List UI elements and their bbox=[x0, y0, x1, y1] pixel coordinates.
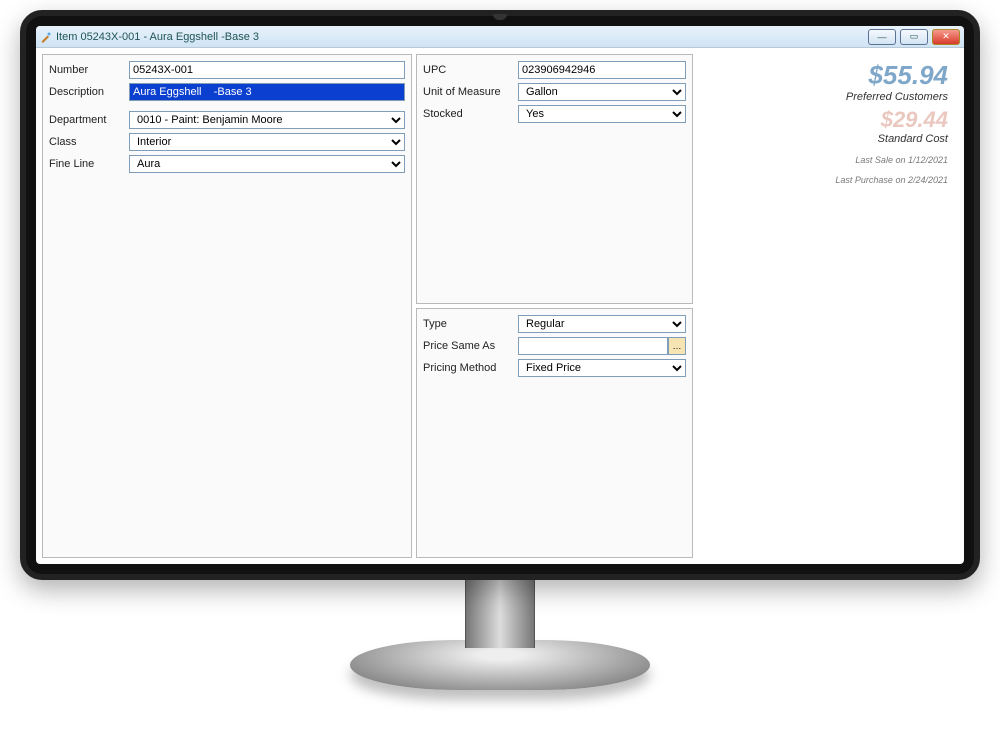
item-id-panel: Number Description Department 0010 - Pai… bbox=[42, 54, 412, 558]
stocked-label: Stocked bbox=[423, 108, 518, 120]
pricesame-lookup-button[interactable]: … bbox=[668, 337, 686, 355]
description-label: Description bbox=[49, 86, 129, 98]
monitor-stand-neck bbox=[465, 578, 535, 648]
department-select[interactable]: 0010 - Paint: Benjamin Moore bbox=[129, 111, 405, 129]
window-title: Item 05243X-001 - Aura Eggshell -Base 3 bbox=[56, 31, 259, 43]
maximize-button[interactable]: ▭ bbox=[900, 29, 928, 45]
class-label: Class bbox=[49, 136, 129, 148]
stocked-select[interactable]: Yes bbox=[518, 105, 686, 123]
class-select[interactable]: Interior bbox=[129, 133, 405, 151]
app-icon bbox=[40, 31, 52, 43]
close-button[interactable]: ✕ bbox=[932, 29, 960, 45]
type-label: Type bbox=[423, 318, 518, 330]
upc-label: UPC bbox=[423, 64, 518, 76]
upc-input[interactable] bbox=[518, 61, 686, 79]
window-titlebar[interactable]: Item 05243X-001 - Aura Eggshell -Base 3 … bbox=[36, 26, 964, 48]
item-pricing-panel: Type Regular Price Same As … Pricing Met… bbox=[416, 308, 693, 558]
screen: Item 05243X-001 - Aura Eggshell -Base 3 … bbox=[36, 26, 964, 564]
uom-select[interactable]: Gallon bbox=[518, 83, 686, 101]
fineline-label: Fine Line bbox=[49, 158, 129, 170]
department-label: Department bbox=[49, 114, 129, 126]
number-label: Number bbox=[49, 64, 129, 76]
type-select[interactable]: Regular bbox=[518, 315, 686, 333]
pricesame-input[interactable] bbox=[518, 337, 668, 355]
monitor-frame: Item 05243X-001 - Aura Eggshell -Base 3 … bbox=[20, 10, 980, 580]
last-purchase-note: Last Purchase on 2/24/2021 bbox=[721, 175, 948, 185]
pricesame-label: Price Same As bbox=[423, 340, 518, 352]
number-input[interactable] bbox=[129, 61, 405, 79]
price-summary-panel: $55.94 Preferred Customers $29.44 Standa… bbox=[697, 54, 958, 558]
item-upc-panel: UPC Unit of Measure Gallon Stocked Yes bbox=[416, 54, 693, 304]
standard-cost: $29.44 bbox=[721, 107, 948, 133]
last-sale-note: Last Sale on 1/12/2021 bbox=[721, 155, 948, 165]
minimize-button[interactable]: — bbox=[868, 29, 896, 45]
preferred-price-label: Preferred Customers bbox=[721, 91, 948, 103]
webcam-icon bbox=[493, 14, 507, 20]
fineline-select[interactable]: Aura bbox=[129, 155, 405, 173]
pricingmethod-label: Pricing Method bbox=[423, 362, 518, 374]
standard-cost-label: Standard Cost bbox=[721, 133, 948, 145]
pricingmethod-select[interactable]: Fixed Price bbox=[518, 359, 686, 377]
uom-label: Unit of Measure bbox=[423, 86, 518, 98]
preferred-price: $55.94 bbox=[721, 60, 948, 91]
description-input[interactable] bbox=[129, 83, 405, 101]
